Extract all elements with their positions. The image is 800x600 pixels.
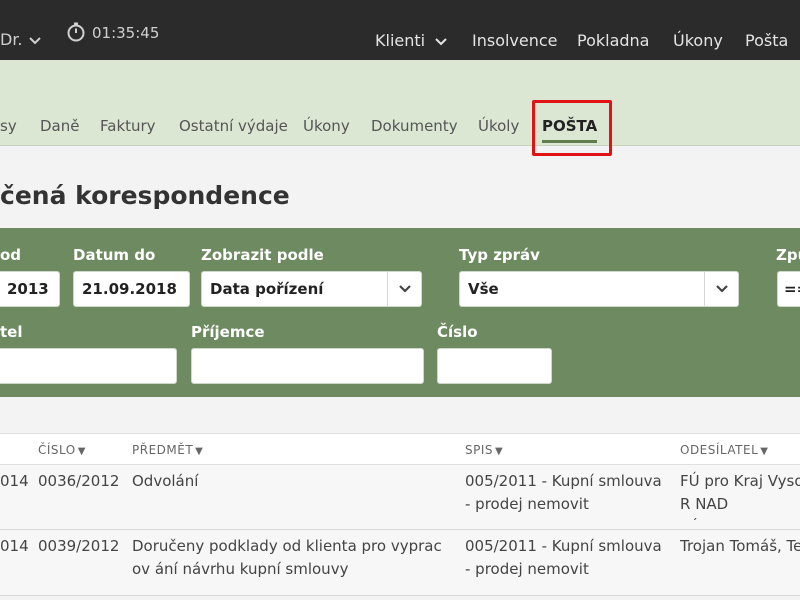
number-label: Číslo (437, 323, 478, 341)
filter-panel: od 2013 Datum do 21.09.2018 Zobrazit pod… (0, 228, 800, 397)
tab-faktury[interactable]: Faktury (100, 117, 156, 135)
recipient-label: Příjemce (191, 323, 265, 341)
chevron-down-icon (28, 36, 41, 44)
table-row[interactable]: 014 0036/2012 Odvolání 005/2011 - Kupní … (0, 465, 800, 530)
tab-dane[interactable]: Daně (40, 117, 79, 135)
column-header-number[interactable]: ČÍSLO ▼ (38, 443, 86, 457)
method-label: Způ (776, 246, 800, 264)
row-file: 005/2011 - Kupní smlouva - prodej nemovi… (465, 472, 662, 513)
nav-klienti[interactable]: Klienti (375, 31, 448, 50)
sender-input[interactable] (0, 348, 177, 384)
column-header-subject[interactable]: PŘEDMĚT ▼ (132, 443, 203, 457)
row-date: 014 (0, 537, 29, 555)
chevron-down-icon (435, 37, 447, 45)
table-header: ČÍSLO ▼ PŘEDMĚT ▼ SPIS ▼ ODESÍLATEL ▼ (0, 433, 800, 465)
page-title: čená korespondence (0, 181, 290, 210)
number-input[interactable] (437, 348, 552, 384)
top-bar: Dr. 01:35:45 Klienti Insolvence Pokladna… (0, 0, 800, 60)
row-sender: FÚ pro Kraj Vyso R NAD SÁZAVOU (680, 472, 800, 520)
date-from-input[interactable]: 2013 (0, 271, 60, 307)
date-from-label: od (0, 246, 22, 264)
tab-dokumenty[interactable]: Dokumenty (371, 117, 458, 135)
sort-down-icon: ▼ (760, 446, 769, 457)
method-select[interactable]: == (777, 271, 800, 307)
show-by-label: Zobrazit podle (201, 246, 324, 264)
row-sender: Trojan Tomáš, Te (680, 537, 800, 555)
message-type-label: Typ zpráv (459, 246, 540, 264)
date-to-label: Datum do (73, 246, 156, 264)
stopwatch-icon (67, 22, 85, 42)
tab-ukoly[interactable]: Úkoly (478, 117, 519, 135)
sort-down-icon: ▼ (495, 446, 504, 457)
user-name: Dr. (0, 30, 23, 49)
column-header-file[interactable]: SPIS ▼ (465, 443, 503, 457)
column-header-sender[interactable]: ODESÍLATEL ▼ (680, 443, 768, 457)
row-number: 0036/2012 (38, 472, 120, 490)
nav-insolvence[interactable]: Insolvence (472, 31, 558, 50)
tab-prev[interactable]: sy (0, 117, 17, 135)
sort-down-icon: ▼ (195, 446, 204, 457)
row-subject: Odvolání (132, 472, 199, 490)
nav-ukony[interactable]: Úkony (673, 31, 723, 50)
nav-pokladna[interactable]: Pokladna (577, 31, 649, 50)
timer-value: 01:35:45 (92, 24, 160, 42)
date-to-input[interactable]: 21.09.2018 (73, 271, 190, 307)
sender-label: tel (0, 323, 23, 341)
table-row[interactable]: 014 0039/2012 Doručeny podklady od klien… (0, 530, 800, 596)
nav-posta[interactable]: Pošta (745, 31, 788, 50)
sort-down-icon: ▼ (77, 446, 86, 457)
highlight-box (532, 100, 612, 156)
message-type-select[interactable]: Vše (459, 271, 739, 307)
row-file: 005/2011 - Kupní smlouva - prodej nemovi… (465, 537, 662, 578)
recipient-input[interactable] (191, 348, 424, 384)
show-by-select[interactable]: Data pořízení (201, 271, 422, 307)
chevron-down-icon (704, 272, 738, 306)
session-timer: 01:35:45 (66, 22, 159, 42)
chevron-down-icon (387, 272, 421, 306)
user-menu[interactable]: Dr. (0, 30, 42, 49)
tab-ostatni-vydaje[interactable]: Ostatní výdaje (179, 117, 288, 135)
tab-ukony[interactable]: Úkony (303, 117, 350, 135)
row-subject: Doručeny podklady od klienta pro vypraco… (132, 537, 442, 578)
row-date: 014 (0, 472, 29, 490)
row-number: 0039/2012 (38, 537, 120, 555)
